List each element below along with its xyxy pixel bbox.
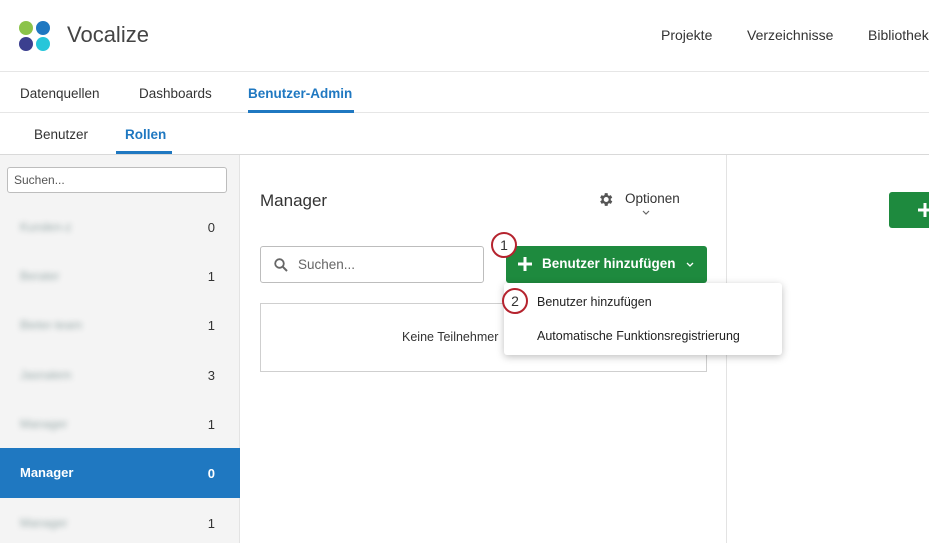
- options-button[interactable]: Optionen: [597, 189, 689, 219]
- options-label: Optionen: [625, 191, 680, 206]
- tab-benutzer-admin[interactable]: Benutzer-Admin: [248, 86, 352, 101]
- gear-icon: [600, 193, 613, 206]
- role-count: 0: [207, 220, 215, 235]
- top-bar: Vocalize Projekte Verzeichnisse Biblioth…: [0, 0, 929, 72]
- nav-verzeichnisse[interactable]: Verzeichnisse: [747, 27, 833, 43]
- annotation-badge-2: 2: [502, 288, 528, 314]
- plus-icon: [918, 203, 929, 217]
- role-count: 1: [207, 516, 215, 531]
- active-subtab-indicator: [116, 151, 172, 154]
- empty-message: Keine Teilnehmer: [402, 330, 499, 344]
- tab-benutzer[interactable]: Benutzer: [34, 127, 88, 142]
- role-name: Manager: [20, 465, 74, 480]
- role-item-selected[interactable]: Manager 0: [0, 448, 240, 498]
- role-name: Manager: [20, 417, 68, 431]
- role-item[interactable]: Jasnalem 3: [0, 350, 240, 400]
- plus-icon: [518, 257, 532, 271]
- add-user-menu: Benutzer hinzufügen Automatische Funktio…: [504, 283, 782, 355]
- annotation-badge-1: 1: [491, 232, 517, 258]
- role-name: Jasnalem: [20, 368, 72, 382]
- menu-item-add-user[interactable]: Benutzer hinzufügen: [537, 295, 652, 309]
- nav-bibliothek[interactable]: Bibliothek: [868, 27, 929, 43]
- chevron-down-icon: [686, 262, 694, 267]
- role-count: 1: [207, 318, 215, 333]
- member-search[interactable]: Suchen...: [260, 246, 484, 283]
- role-count: 3: [207, 368, 215, 383]
- role-item[interactable]: Manager 1: [0, 399, 240, 449]
- secondary-tabs: Benutzer Rollen: [0, 113, 929, 155]
- role-count: 1: [207, 269, 215, 284]
- menu-item-auto-registration[interactable]: Automatische Funktionsregistrierung: [537, 329, 740, 343]
- role-name: Kunden-z: [20, 220, 72, 234]
- tab-dashboards[interactable]: Dashboards: [139, 86, 212, 101]
- chevron-down-icon: [642, 210, 650, 215]
- role-count: 1: [207, 417, 215, 432]
- search-icon: [274, 258, 288, 272]
- role-item[interactable]: Manager 1: [0, 498, 240, 548]
- role-name: Berater: [20, 269, 60, 283]
- tab-rollen[interactable]: Rollen: [125, 127, 166, 142]
- role-title: Manager: [260, 191, 328, 210]
- primary-tabs: Datenquellen Dashboards Benutzer-Admin: [0, 72, 929, 113]
- role-item[interactable]: Bieter-team 1: [0, 300, 240, 350]
- search-placeholder: Suchen...: [298, 257, 356, 272]
- role-item[interactable]: Kunden-z 0: [0, 202, 240, 252]
- role-item[interactable]: Berater 1: [0, 251, 240, 301]
- roles-sidebar: Kunden-z 0 Berater 1 Bieter-team 1 Jasna…: [0, 155, 240, 543]
- role-name: Manager: [20, 516, 68, 530]
- logo-icon[interactable]: [19, 21, 51, 51]
- add-user-label: Benutzer hinzufügen: [542, 256, 676, 271]
- add-user-button[interactable]: Benutzer hinzufügen: [506, 246, 707, 283]
- role-count: 0: [207, 466, 215, 481]
- role-name: Bieter-team: [20, 318, 83, 332]
- roles-search-input[interactable]: [7, 167, 227, 193]
- app-name: Vocalize: [67, 22, 149, 47]
- tab-datenquellen[interactable]: Datenquellen: [20, 86, 100, 101]
- nav-projekte[interactable]: Projekte: [661, 27, 712, 43]
- right-add-button[interactable]: [889, 192, 929, 228]
